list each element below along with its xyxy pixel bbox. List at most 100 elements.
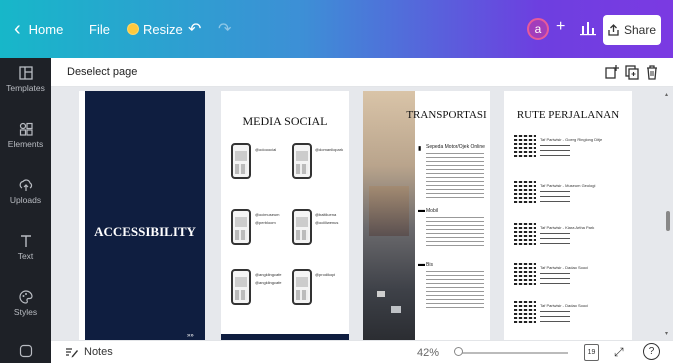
page-title: TRANSPORTASI — [406, 109, 487, 121]
redo-icon: ↷ — [218, 21, 232, 38]
styles-icon — [18, 290, 33, 304]
bus-icon: ▬ — [418, 261, 425, 268]
help-button[interactable]: ? — [643, 343, 660, 360]
sidebar-item-templates[interactable]: Templates — [0, 66, 51, 93]
sidebar-item-styles[interactable]: Styles — [0, 290, 51, 317]
route-details — [540, 311, 570, 323]
avatar-letter: a — [534, 22, 542, 36]
qr-code — [514, 135, 536, 157]
route-details — [540, 145, 570, 157]
route-label: Taf Pariwisir - Dadao Sooci — [540, 303, 589, 308]
sidebar-item-label: Styles — [13, 307, 38, 317]
scroll-up-icon[interactable]: ▴ — [665, 91, 668, 98]
qr-code — [514, 181, 536, 203]
handle-text: @baitiluena — [315, 212, 337, 217]
chevron-left-icon: ‹ — [14, 18, 21, 40]
route-details — [540, 273, 570, 285]
notes-label: Notes — [84, 346, 113, 358]
qr-code — [514, 223, 536, 245]
paragraph-lines — [426, 271, 484, 311]
page-transportasi[interactable]: TRANSPORTASI ▮ Sepeda Motor/Ojek Online … — [363, 91, 490, 340]
sidebar-item-label: Templates — [6, 83, 45, 93]
mode-icon: ▮ — [418, 146, 422, 152]
share-button[interactable]: Share — [603, 15, 661, 45]
route-details — [540, 233, 570, 245]
handle-text: @odooocial — [255, 147, 277, 152]
phone-mockup — [292, 269, 312, 305]
plus-icon: + — [556, 18, 566, 35]
mode-label: Sepeda Motor/Ojek Online — [426, 144, 485, 150]
page-background — [85, 91, 205, 340]
mode-label: Bis — [426, 262, 433, 268]
route-details — [540, 191, 570, 203]
file-menu[interactable]: File — [89, 0, 110, 58]
handle-text: @perbloom — [255, 220, 276, 225]
sidebar-item-label: Text — [17, 251, 34, 261]
mode-label: Mobil — [426, 208, 438, 214]
handle-text: @angklingcafe — [255, 280, 282, 285]
sidebar-item-uploads[interactable]: Uploads — [0, 178, 51, 205]
sidebar-item-label: Elements — [7, 139, 44, 149]
sidebar-item-label: Uploads — [9, 195, 42, 205]
paragraph-lines — [426, 217, 484, 249]
file-label: File — [89, 21, 110, 37]
handle-text: @domanliopark — [315, 147, 344, 152]
page-media-social[interactable]: MEDIA SOCIAL @odooocial @domanliopark @o… — [221, 91, 349, 340]
page-title: ACCESSIBILITY — [94, 224, 196, 239]
design-canvas[interactable]: ACCESSIBILITY »» MEDIA SOCIAL @odooocial… — [51, 87, 673, 340]
handle-text: @angklingcafe — [255, 272, 282, 277]
page-decor: »» — [187, 333, 194, 339]
add-page-icon[interactable] — [604, 64, 620, 80]
page-accessibility[interactable]: ACCESSIBILITY »» — [79, 91, 205, 340]
zoom-slider-handle[interactable] — [454, 347, 463, 356]
page-title: MEDIA SOCIAL — [242, 114, 328, 128]
sidebar-item-elements[interactable]: Elements — [0, 122, 51, 149]
add-member-button[interactable]: + — [556, 18, 565, 36]
uploads-icon — [19, 179, 32, 191]
delete-page-icon[interactable] — [644, 64, 660, 80]
handle-text: @ociiliwenus — [315, 220, 339, 225]
page-count: 19 — [587, 349, 596, 356]
crown-icon — [128, 24, 138, 34]
phone-mockup — [292, 209, 312, 245]
share-icon — [608, 24, 619, 36]
avatar[interactable]: a — [527, 18, 549, 40]
redo-button[interactable]: ↷ — [218, 0, 231, 58]
templates-icon — [18, 66, 33, 80]
route-label: Taf Pariwisir - Kiara Artha Park — [540, 225, 595, 230]
zoom-slider[interactable] — [458, 352, 568, 354]
undo-icon: ↶ — [188, 21, 202, 38]
duplicate-page-icon[interactable] — [624, 64, 640, 80]
resize-button[interactable]: Resize — [128, 0, 183, 58]
qr-code — [514, 263, 536, 285]
phone-mockup — [292, 143, 312, 179]
page-rute-perjalanan[interactable]: RUTE PERJALANAN Taf Pariwisir - Goerg Ri… — [504, 91, 632, 340]
home-label: Home — [28, 21, 64, 37]
notes-button[interactable]: Notes — [65, 346, 113, 358]
question-icon: ? — [648, 346, 655, 357]
page-header: Deselect page — [51, 58, 673, 87]
zoom-level: 42% — [417, 347, 440, 359]
fullscreen-icon[interactable]: ⤢ — [614, 345, 624, 360]
notes-icon — [66, 347, 78, 357]
phone-mockup — [231, 269, 251, 305]
phone-mockup — [231, 143, 251, 179]
more-apps-icon — [19, 344, 32, 358]
route-label: Taf Pariwisir - Dadao Sooci — [540, 265, 589, 270]
handle-text: @ocimuseum — [255, 212, 280, 217]
sidebar-item-text[interactable]: Text — [0, 234, 51, 261]
deselect-page-button[interactable]: Deselect page — [67, 66, 137, 78]
page-title: RUTE PERJALANAN — [516, 109, 620, 121]
handle-text: @prodikopi — [315, 272, 336, 277]
insights-icon[interactable] — [579, 18, 597, 36]
undo-button[interactable]: ↶ — [188, 0, 201, 58]
route-label: Taf Pariwisir - Museum Geologi — [540, 183, 596, 188]
qr-code — [514, 301, 536, 323]
scroll-down-icon[interactable]: ▾ — [665, 330, 668, 337]
sidebar-item-more[interactable] — [0, 344, 51, 361]
text-icon — [20, 235, 31, 247]
home-button[interactable]: ‹ Home — [14, 0, 63, 58]
scrollbar-thumb[interactable] — [666, 211, 670, 231]
page-grid-button[interactable]: 19 — [584, 344, 599, 361]
share-label: Share — [623, 23, 657, 37]
